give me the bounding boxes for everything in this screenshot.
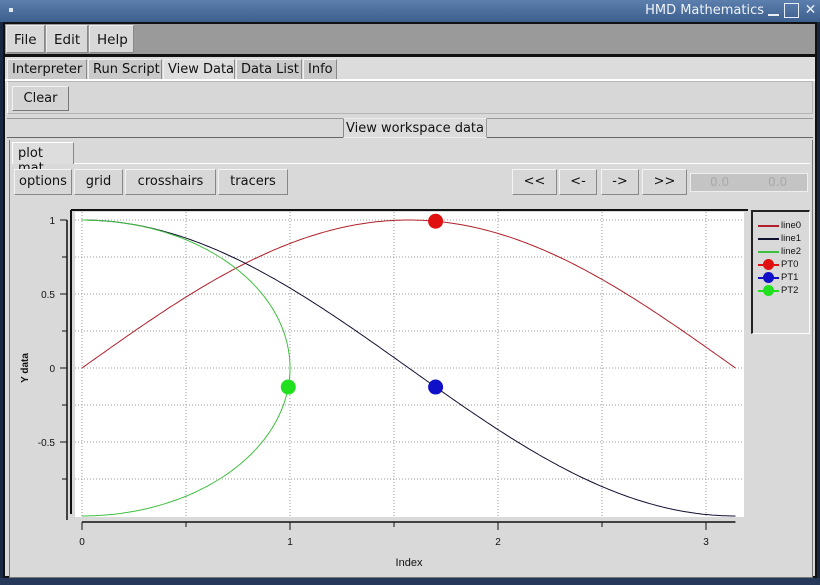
- legend-label: line1: [781, 233, 802, 244]
- maximize-icon[interactable]: [784, 3, 799, 18]
- legend-marker: [763, 285, 774, 296]
- legend-item-line0: line0: [758, 220, 810, 233]
- x-tick-label: 2: [495, 537, 501, 548]
- x-axis-label: Index: [396, 557, 423, 569]
- tab-view-data[interactable]: View Data: [163, 59, 235, 79]
- tab-run-script[interactable]: Run Script: [88, 59, 162, 79]
- plot-panel: plot mat options grid crosshairs tracers…: [9, 140, 813, 578]
- legend-item-line1: line1: [758, 233, 810, 246]
- tab-info[interactable]: Info: [303, 59, 337, 79]
- legend-label: line0: [781, 220, 802, 231]
- legend-marker: [763, 272, 774, 283]
- y-tick-label: 1: [49, 216, 55, 227]
- x-tick-label: 1: [287, 537, 293, 548]
- y-tick-label: 0: [49, 364, 55, 375]
- tab-interpreter[interactable]: Interpreter: [7, 59, 87, 79]
- clear-toolbar: Clear: [7, 81, 813, 114]
- marker-PT1: [428, 379, 444, 395]
- view-data-panel: Clear View workspace data plot mat optio…: [5, 79, 815, 578]
- legend-label: PT2: [781, 285, 799, 296]
- legend-item-line2: line2: [758, 246, 810, 259]
- legend-item-PT0: PT0: [758, 259, 810, 272]
- taskbar-edge: [0, 578, 820, 585]
- window-title: HMD Mathematics: [645, 3, 764, 18]
- app-window: File Edit Help Interpreter Run Script Vi…: [3, 22, 817, 578]
- title-bar: HMD Mathematics ✕: [0, 0, 820, 22]
- legend-label: line2: [781, 246, 802, 257]
- window-menu-icon[interactable]: [9, 8, 13, 12]
- minimize-icon[interactable]: [766, 3, 781, 18]
- view-workspace-label: View workspace data: [343, 118, 487, 138]
- marker-PT2: [280, 379, 296, 395]
- close-icon[interactable]: ✕: [803, 3, 818, 18]
- legend-item-PT2: PT2: [758, 285, 810, 298]
- legend-marker: [763, 259, 774, 270]
- chart-legend: line0 line1 line2 PT0 PT1 PT2: [751, 210, 810, 334]
- menu-edit[interactable]: Edit: [46, 25, 88, 53]
- plot-background: [75, 212, 744, 517]
- legend-item-PT1: PT1: [758, 272, 810, 285]
- menu-bar: File Edit Help: [5, 24, 815, 54]
- legend-label: PT1: [781, 272, 799, 283]
- legend-label: PT0: [781, 259, 799, 270]
- legend-swatch: [758, 225, 779, 227]
- x-tick-label: 0: [79, 537, 85, 548]
- main-tabs: Interpreter Run Script View Data Data Li…: [5, 57, 815, 79]
- tab-data-list[interactable]: Data List: [236, 59, 302, 79]
- clear-button[interactable]: Clear: [12, 86, 69, 111]
- y-axis-label: Y data: [20, 353, 31, 383]
- menu-help[interactable]: Help: [89, 25, 134, 53]
- legend-swatch: [758, 238, 779, 240]
- view-workspace-header: View workspace data: [7, 118, 813, 138]
- legend-swatch: [758, 251, 779, 253]
- x-tick-label: 3: [703, 537, 709, 548]
- plot-chart[interactable]: 1 0.5 0 -0.5 0 1 2 3 Index Y data: [10, 140, 814, 578]
- menu-file[interactable]: File: [6, 25, 45, 53]
- y-tick-label: -0.5: [38, 438, 56, 449]
- y-tick-label: 0.5: [41, 290, 55, 301]
- marker-PT0: [428, 213, 444, 229]
